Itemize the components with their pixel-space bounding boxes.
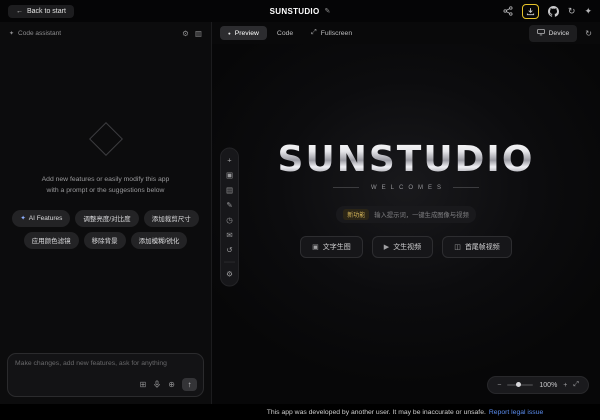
chip-color-filter[interactable]: 应用颜色滤镜 bbox=[24, 232, 79, 249]
sparkle-icon[interactable]: ✦ bbox=[584, 7, 592, 16]
back-to-start-button[interactable]: ← Back to start bbox=[8, 5, 74, 18]
main-layout: ✦ Code assistant ⚙ ▥ Add new features or… bbox=[0, 22, 600, 404]
prompt-input-actions: ⊞ ⊕ ↑ bbox=[140, 378, 197, 391]
edit-title-icon[interactable]: ✎ bbox=[324, 7, 330, 15]
frames-to-video-label: 首尾帧视频 bbox=[465, 242, 500, 252]
device-button[interactable]: Device bbox=[529, 25, 578, 42]
project-title-wrap: SUNSTUDIO ✎ bbox=[270, 7, 331, 16]
disclaimer-bar: This app was developed by another user. … bbox=[0, 404, 600, 420]
send-button[interactable]: ↑ bbox=[182, 378, 197, 391]
tab-preview[interactable]: ● Preview bbox=[220, 26, 267, 40]
zoom-in-icon[interactable]: + bbox=[563, 382, 567, 389]
notice-text: 输入提示词，一键生成图像与视频 bbox=[374, 210, 468, 219]
project-title: SUNSTUDIO bbox=[270, 7, 320, 16]
report-legal-issue-link[interactable]: Report legal issue bbox=[489, 409, 543, 416]
chip-ai-features[interactable]: ✦ AI Features bbox=[12, 210, 70, 227]
download-highlight-box bbox=[522, 4, 539, 19]
app-preview: + ▣ ▤ ✎ ◷ ✉ ↺ ⚙ SUNSTUDIO WELCOMES 新功能 bbox=[212, 44, 600, 404]
tab-preview-label: Preview bbox=[235, 30, 259, 37]
download-icon[interactable] bbox=[526, 7, 535, 16]
chip-crop-size[interactable]: 添加裁剪尺寸 bbox=[144, 210, 199, 227]
prompt-input-box: ⊞ ⊕ ↑ bbox=[7, 353, 204, 397]
disclaimer-text: This app was developed by another user. … bbox=[267, 409, 486, 416]
zoom-controls: − 100% + ⤢ bbox=[487, 376, 589, 394]
github-icon[interactable] bbox=[548, 6, 559, 17]
reload-preview-icon[interactable]: ↻ bbox=[585, 29, 592, 38]
top-bar: ← Back to start SUNSTUDIO ✎ ↻ ✦ bbox=[0, 0, 600, 22]
app-hero: SUNSTUDIO WELCOMES 新功能 输入提示词，一键生成图像与视频 ▣… bbox=[212, 44, 600, 378]
text-to-video-button[interactable]: ▶ 文生视频 bbox=[372, 236, 433, 258]
share-icon[interactable] bbox=[503, 6, 513, 16]
welcome-text: WELCOMES bbox=[366, 185, 446, 191]
zoom-slider[interactable] bbox=[507, 384, 533, 386]
fit-screen-icon[interactable]: ⤢ bbox=[573, 381, 579, 389]
text-to-video-label: 文生视频 bbox=[393, 242, 421, 252]
new-feature-badge: 新功能 bbox=[343, 209, 369, 220]
chip-brightness-contrast[interactable]: 调整亮度/对比度 bbox=[75, 210, 138, 227]
app-logo: SUNSTUDIO bbox=[278, 139, 535, 180]
workspace: ● Preview Code ⤢ Fullscreen Device bbox=[212, 22, 600, 404]
device-icon bbox=[537, 28, 545, 38]
assistant-hint-text: Add new features or easily modify this a… bbox=[42, 175, 170, 196]
top-actions: ↻ ✦ bbox=[503, 4, 592, 19]
tab-fullscreen-label: Fullscreen bbox=[321, 30, 352, 37]
video-button-icon: ▶ bbox=[384, 243, 389, 251]
device-label: Device bbox=[549, 30, 570, 37]
welcome-row: WELCOMES bbox=[333, 185, 479, 191]
tab-code[interactable]: Code bbox=[269, 26, 301, 40]
welcome-line-right bbox=[453, 187, 479, 188]
diamond-icon bbox=[89, 122, 123, 156]
zoom-level: 100% bbox=[539, 382, 557, 389]
chip-label: AI Features bbox=[29, 215, 63, 222]
text-to-image-label: 文字生图 bbox=[323, 242, 351, 252]
back-arrow-icon: ← bbox=[16, 8, 23, 15]
view-tabs-bar: ● Preview Code ⤢ Fullscreen Device bbox=[212, 22, 600, 44]
preview-dot-icon: ● bbox=[228, 31, 231, 36]
mic-icon[interactable] bbox=[153, 380, 161, 389]
text-to-image-button[interactable]: ▣ 文字生图 bbox=[300, 236, 363, 258]
view-tabs: ● Preview Code ⤢ Fullscreen bbox=[220, 26, 360, 41]
feature-notice-pill: 新功能 输入提示词，一键生成图像与视频 bbox=[336, 206, 475, 223]
frame-icon[interactable]: ⊞ bbox=[140, 380, 147, 389]
generation-actions: ▣ 文字生图 ▶ 文生视频 ◫ 首尾帧视频 bbox=[300, 236, 512, 258]
chip-blur-sharpen[interactable]: 添加模糊/锐化 bbox=[131, 232, 188, 249]
code-assistant-panel: ✦ Code assistant ⚙ ▥ Add new features or… bbox=[0, 22, 212, 404]
suggestion-chips: ✦ AI Features 调整亮度/对比度 添加裁剪尺寸 应用颜色滤镜 移除背… bbox=[11, 210, 201, 249]
zoom-out-icon[interactable]: − bbox=[497, 382, 501, 389]
refresh-icon[interactable]: ↻ bbox=[568, 7, 576, 16]
assistant-empty-state: Add new features or easily modify this a… bbox=[0, 30, 211, 346]
ai-sparkle-icon: ✦ bbox=[20, 214, 25, 222]
welcome-line-left bbox=[333, 187, 359, 188]
tab-fullscreen[interactable]: ⤢ Fullscreen bbox=[303, 26, 360, 41]
zoom-slider-knob[interactable] bbox=[516, 382, 521, 387]
back-to-start-label: Back to start bbox=[27, 8, 66, 15]
image-button-icon: ▣ bbox=[312, 243, 319, 251]
fullscreen-icon: ⤢ bbox=[311, 29, 317, 37]
frames-to-video-button[interactable]: ◫ 首尾帧视频 bbox=[442, 236, 512, 258]
chip-remove-background[interactable]: 移除背景 bbox=[84, 232, 126, 249]
prompt-input[interactable] bbox=[15, 360, 196, 380]
frames-button-icon: ◫ bbox=[454, 243, 461, 251]
view-tabs-right: Device ↻ bbox=[529, 25, 592, 42]
add-attachment-icon[interactable]: ⊕ bbox=[168, 380, 175, 389]
